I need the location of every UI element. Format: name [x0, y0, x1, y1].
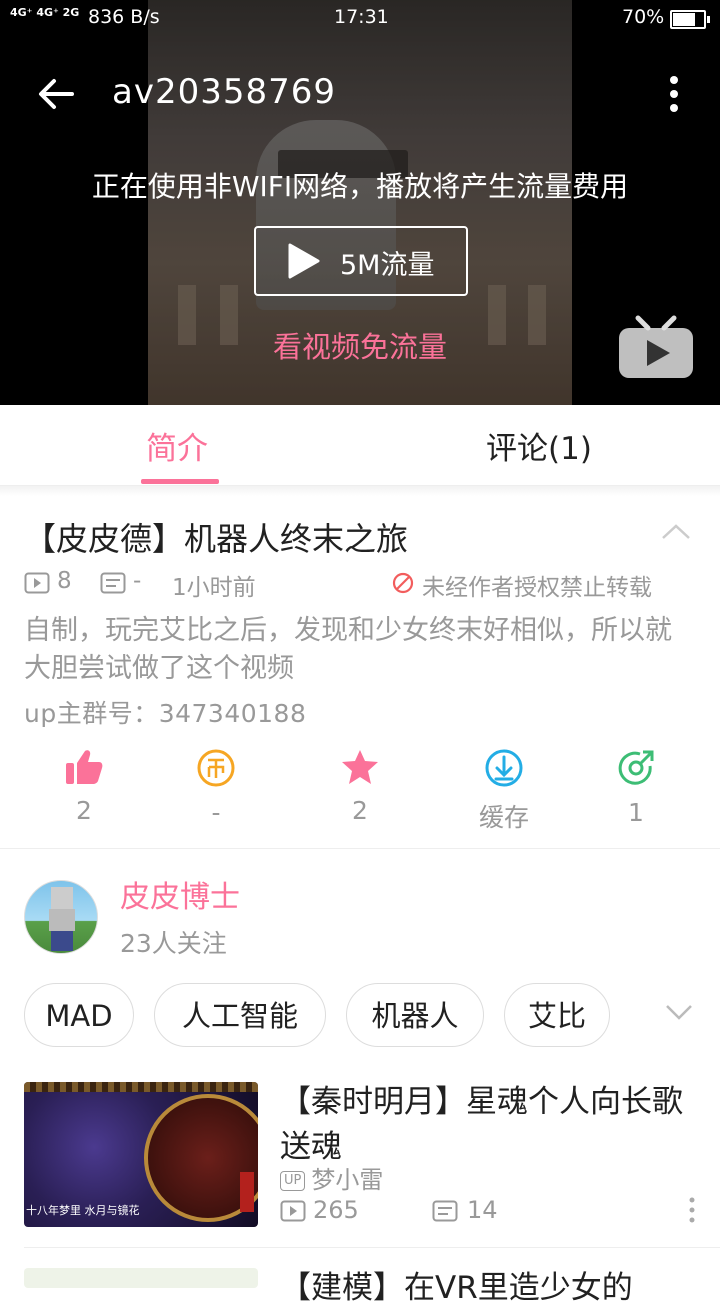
star-icon [342, 750, 378, 784]
coin-icon [197, 749, 235, 787]
section-divider [0, 848, 720, 849]
clock: 17:31 [334, 6, 389, 28]
more-vertical-icon[interactable] [660, 74, 688, 114]
share-button[interactable]: 1 [576, 748, 696, 827]
signal-indicator: 4G⁺ 4G⁺ 2G [10, 6, 80, 19]
coin-count: - [211, 798, 221, 827]
status-bar: 4G⁺ 4G⁺ 2G 836 B/s 17:31 70% [0, 0, 720, 36]
recommendation-views: 265 [313, 1196, 359, 1224]
video-player[interactable]: 4G⁺ 4G⁺ 2G 836 B/s 17:31 70% av20358769 … [0, 0, 720, 405]
chevron-down-icon[interactable] [664, 1002, 694, 1022]
play-with-data-button[interactable]: 5M流量 [254, 226, 468, 296]
like-count: 2 [76, 796, 92, 825]
tab-bar: 简介 评论(1) [0, 405, 720, 486]
recommendation-thumbnail[interactable] [24, 1268, 258, 1288]
network-speed: 836 B/s [88, 6, 160, 28]
uploader-name[interactable]: 皮皮博士 [120, 872, 240, 916]
favorite-button[interactable]: 2 [300, 748, 420, 825]
posted-time: 1小时前 [172, 575, 256, 601]
list-divider [24, 1247, 720, 1248]
tv-play-icon[interactable] [616, 314, 696, 384]
play-button-label: 5M流量 [340, 250, 435, 281]
thumbnail-caption: 十八年梦里 水月与镜花 [26, 1204, 140, 1217]
tab-comments[interactable]: 评论(1) [486, 423, 592, 468]
tag-chip[interactable]: 艾比 [504, 983, 610, 1047]
tag-chip[interactable]: MAD [24, 983, 134, 1047]
recommendation-uploader: UP 梦小雷 [280, 1160, 383, 1195]
play-count-icon [280, 1200, 306, 1222]
recommendation-thumbnail[interactable]: 十八年梦里 水月与镜花 [24, 1082, 258, 1227]
like-button[interactable]: 2 [24, 748, 144, 825]
share-count: 1 [628, 798, 644, 827]
view-count: 8 [57, 568, 72, 594]
forbidden-icon [392, 572, 414, 594]
tag-chip[interactable]: 人工智能 [154, 983, 326, 1047]
up-badge: UP [280, 1171, 306, 1191]
recommendation-title[interactable]: 【秦时明月】星魂个人向长歌送魂 [280, 1080, 690, 1170]
active-tab-indicator [141, 479, 219, 484]
recommendation-title[interactable]: 【建模】在VR里造少女的 [280, 1262, 633, 1307]
recommendation-danmaku: 14 [467, 1196, 498, 1224]
favorite-count: 2 [352, 796, 368, 825]
avatar[interactable] [24, 880, 98, 954]
danmaku-icon [100, 572, 126, 594]
battery-icon [670, 10, 710, 29]
battery-percent: 70% [622, 6, 665, 28]
video-title: 【皮皮德】机器人终末之旅 [24, 520, 409, 558]
play-icon [288, 243, 320, 279]
tab-intro[interactable]: 简介 [146, 423, 208, 468]
danmaku-icon [432, 1200, 458, 1222]
video-id-title: av20358769 [112, 72, 337, 112]
more-vertical-icon[interactable] [686, 1196, 698, 1224]
up-group-number: up主群号：347340188 [24, 699, 307, 728]
chevron-up-icon[interactable] [660, 522, 692, 542]
network-warning: 正在使用非WIFI网络，播放将产生流量费用 [91, 170, 629, 203]
follower-count: 23人关注 [120, 929, 227, 958]
free-data-link[interactable]: 看视频免流量 [0, 324, 720, 366]
cache-label: 缓存 [478, 803, 529, 832]
danmaku-count: - [133, 568, 142, 594]
video-description: 自制，玩完艾比之后，发现和少女终末好相似，所以就大胆尝试做了这个视频 [24, 615, 672, 684]
back-arrow-icon[interactable] [36, 74, 76, 114]
play-count-icon [24, 572, 50, 594]
download-icon [485, 749, 523, 787]
coin-button[interactable]: - [156, 748, 276, 827]
cache-button[interactable]: 缓存 [444, 748, 564, 834]
share-icon [618, 750, 654, 785]
like-icon [66, 750, 103, 784]
player-top-bar: av20358769 [0, 60, 720, 126]
tag-chip[interactable]: 机器人 [346, 983, 484, 1047]
